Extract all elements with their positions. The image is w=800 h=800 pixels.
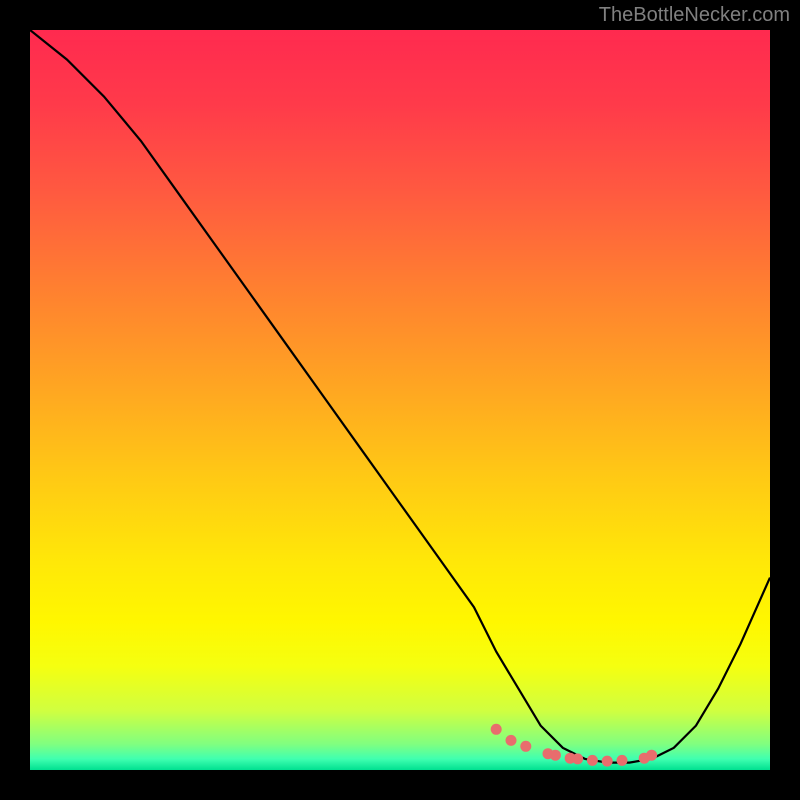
sweet-spot-dots <box>491 724 657 767</box>
sweet-spot-dot <box>587 755 598 766</box>
sweet-spot-dot <box>550 750 561 761</box>
watermark-text: TheBottleNecker.com <box>599 4 790 27</box>
sweet-spot-dot <box>646 750 657 761</box>
sweet-spot-dot <box>617 755 628 766</box>
sweet-spot-dot <box>520 741 531 752</box>
sweet-spot-dot <box>506 735 517 746</box>
dots-layer <box>30 30 770 770</box>
sweet-spot-dot <box>491 724 502 735</box>
sweet-spot-dot <box>602 756 613 767</box>
plot-area <box>30 30 770 770</box>
sweet-spot-dot <box>572 753 583 764</box>
